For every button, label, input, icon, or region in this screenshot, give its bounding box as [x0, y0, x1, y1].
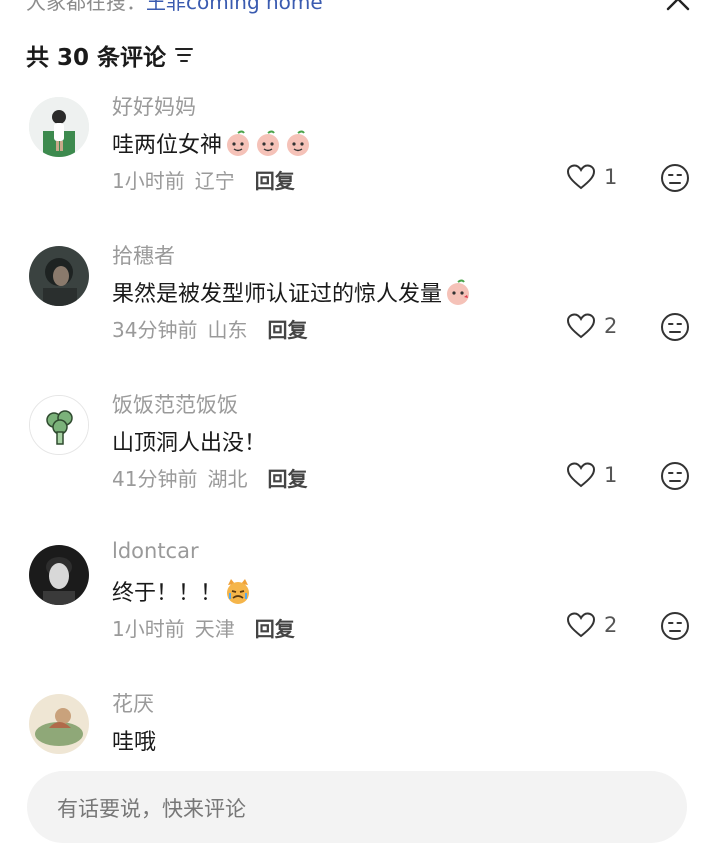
avatar[interactable] — [29, 545, 89, 605]
peach-kiss-emoji-icon — [447, 279, 470, 305]
comment-username[interactable]: 饭饭范范饭饭 — [112, 389, 238, 419]
comment-count-label: 共 30 条评论 — [26, 45, 167, 71]
comment-meta: 34分钟前 山东 回复 — [112, 314, 307, 343]
comment-text-body: 终于！！！ — [112, 581, 223, 606]
dislike-face-icon[interactable] — [660, 312, 690, 342]
peach-face-emoji-icon — [257, 130, 280, 156]
search-suggestion-link[interactable]: 王菲coming home — [146, 0, 323, 14]
avatar[interactable] — [29, 395, 89, 455]
comment-meta: 1小时前 辽宁 回复 — [112, 165, 295, 194]
peach-face-emoji-icon — [227, 130, 250, 156]
crying-cat-emoji-icon — [227, 579, 250, 604]
comment-meta: 1小时前 天津 回复 — [112, 613, 295, 642]
like-count: 1 — [604, 165, 618, 189]
sort-icon[interactable] — [174, 45, 194, 65]
comment-count: 共 30 条评论 — [26, 38, 194, 72]
comment-text: 果然是被发型师认证过的惊人发量 — [112, 276, 472, 308]
comment-location: 辽宁 — [194, 169, 235, 193]
comment-input-placeholder: 有话要说，快来评论 — [57, 797, 246, 821]
reply-button[interactable]: 回复 — [267, 318, 307, 342]
comment-username[interactable]: 好好妈妈 — [112, 91, 196, 121]
comment-username[interactable]: 花厌 — [112, 688, 154, 718]
comment-text: 哇两位女神 — [112, 127, 312, 159]
like-button[interactable]: 1 — [566, 163, 617, 191]
comment-text-body: 哇两位女神 — [112, 133, 223, 158]
comment-time: 41分钟前 — [112, 467, 198, 491]
avatar[interactable] — [29, 97, 89, 157]
comment-input[interactable]: 有话要说，快来评论 — [27, 771, 687, 843]
comment-text: 山顶洞人出没！ — [112, 425, 266, 457]
search-suggestion-prefix: 大家都在搜： — [26, 0, 146, 14]
like-count: 2 — [604, 613, 618, 637]
peach-face-emoji-icon — [287, 130, 310, 156]
heart-icon — [566, 462, 596, 488]
search-suggestion[interactable]: 大家都在搜：王菲coming home — [26, 0, 323, 14]
reply-button[interactable]: 回复 — [255, 169, 295, 193]
reply-button[interactable]: 回复 — [255, 617, 295, 641]
comment-username[interactable]: 拾穗者 — [112, 240, 175, 270]
comment-meta: 41分钟前 湖北 回复 — [112, 463, 307, 492]
like-count: 1 — [604, 463, 618, 487]
comment-location: 天津 — [194, 617, 235, 641]
comment-time: 1小时前 — [112, 617, 185, 641]
like-button[interactable]: 2 — [566, 611, 617, 639]
like-button[interactable]: 1 — [566, 461, 617, 489]
comment-text-body: 哇哦 — [112, 730, 157, 755]
like-count: 2 — [604, 314, 618, 338]
heart-icon — [566, 164, 596, 190]
avatar[interactable] — [29, 694, 89, 754]
close-icon[interactable] — [665, 0, 691, 12]
dislike-face-icon[interactable] — [660, 461, 690, 491]
comment-text-body: 山顶洞人出没！ — [112, 431, 267, 456]
heart-icon — [566, 612, 596, 638]
dislike-face-icon[interactable] — [660, 611, 690, 641]
dislike-face-icon[interactable] — [660, 163, 690, 193]
comment-text-body: 果然是被发型师认证过的惊人发量 — [112, 282, 443, 307]
comment-time: 1小时前 — [112, 169, 185, 193]
comment-location: 山东 — [207, 318, 248, 342]
heart-icon — [566, 313, 596, 339]
avatar[interactable] — [29, 246, 89, 306]
comment-username[interactable]: ldontcar — [112, 539, 199, 563]
comment-time: 34分钟前 — [112, 318, 198, 342]
like-button[interactable]: 2 — [566, 312, 617, 340]
comment-text: 终于！！！ — [112, 575, 252, 607]
comment-text: 哇哦 — [112, 724, 156, 756]
comment-location: 湖北 — [207, 467, 248, 491]
reply-button[interactable]: 回复 — [267, 467, 307, 491]
